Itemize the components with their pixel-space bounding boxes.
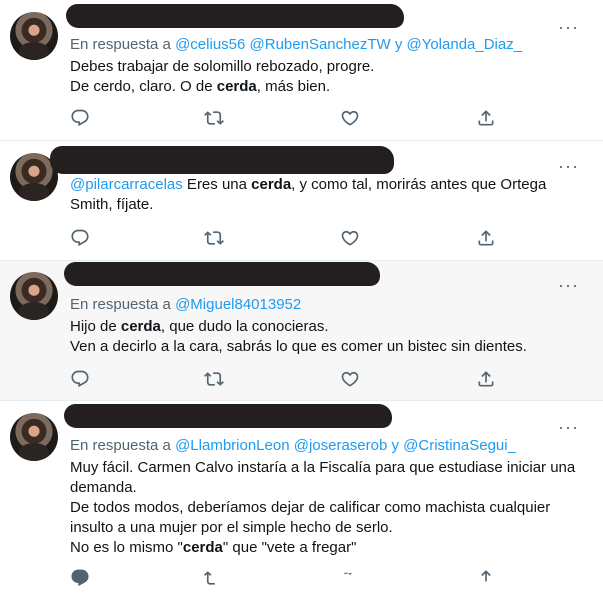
tweet[interactable]: ··· En respuesta a @LlambrionLeon @joser… (0, 401, 603, 587)
mention-link[interactable]: @celius56 (175, 36, 245, 53)
reply-context: En respuesta a @LlambrionLeon @joseraser… (70, 437, 516, 454)
redacted-author-name (64, 404, 392, 428)
tweet-text: Debes trabajar de solomillo rebozado, pr… (70, 57, 591, 97)
tweet[interactable]: ··· En respuesta a @celius56 @RubenSanch… (0, 0, 603, 141)
more-options-icon[interactable]: ··· (558, 418, 579, 436)
share-icon[interactable] (476, 108, 496, 128)
share-icon[interactable] (476, 228, 496, 248)
more-options-icon[interactable]: ··· (558, 18, 579, 36)
tweet[interactable]: ··· En respuesta a @Miguel84013952 Hijo … (0, 261, 603, 401)
tweet-line: Hijo de cerda, que dudo la conocieras. (70, 318, 329, 335)
tweet-text: Hijo de cerda, que dudo la conocieras. V… (70, 317, 591, 357)
heart-icon[interactable] (340, 108, 360, 128)
mention-link[interactable]: @joseraserob (294, 437, 388, 454)
reply-context: En respuesta a @celius56 @RubenSanchezTW… (70, 36, 522, 53)
more-options-icon[interactable]: ··· (558, 276, 579, 294)
share-icon[interactable] (476, 568, 496, 588)
mention-link[interactable]: @Miguel84013952 (175, 296, 301, 313)
tweet[interactable]: ··· @pilarcarracelas Eres una cerda, y c… (0, 141, 603, 261)
tweet-line: No es lo mismo "cerda" que "vete a frega… (70, 539, 357, 556)
tweet-line: De cerdo, claro. O de cerda, más bien. (70, 78, 331, 95)
reply-icon[interactable] (70, 568, 90, 588)
heart-icon[interactable] (340, 228, 360, 248)
redacted-author-name (64, 262, 380, 286)
redacted-author-name (50, 146, 394, 174)
avatar[interactable] (10, 12, 58, 60)
mention-link[interactable]: @CristinaSegui_ (403, 437, 516, 454)
retweet-icon[interactable] (204, 228, 224, 248)
avatar[interactable] (10, 413, 58, 461)
tweet-line: demanda. (70, 479, 137, 496)
retweet-icon[interactable] (204, 568, 224, 588)
retweet-icon[interactable] (204, 108, 224, 128)
tweet-line: Ven a decirlo a la cara, sabrás lo que e… (70, 338, 527, 355)
tweet-line: De todos modos, deberíamos dejar de cali… (70, 499, 551, 516)
tweet-actions (70, 228, 500, 248)
more-options-icon[interactable]: ··· (558, 157, 579, 175)
emphasized-word: cerda (251, 176, 292, 193)
avatar[interactable] (10, 272, 58, 320)
reply-icon[interactable] (70, 108, 90, 128)
emphasized-word: cerda (182, 539, 223, 556)
reply-icon[interactable] (70, 369, 90, 389)
emphasized-word: cerda (216, 78, 257, 95)
mention-link[interactable]: @pilarcarracelas (70, 176, 183, 193)
tweet-line: Debes trabajar de solomillo rebozado, pr… (70, 58, 375, 75)
tweet-line: @pilarcarracelas Eres una cerda, y como … (70, 176, 547, 193)
tweet-line: insulto a una mujer por el simple hecho … (70, 519, 393, 536)
tweet-line: Muy fácil. Carmen Calvo instaría a la Fi… (70, 459, 576, 476)
reply-prefix: En respuesta a (70, 36, 171, 53)
mention-joiner: y (391, 437, 400, 454)
tweet-actions (70, 369, 500, 389)
retweet-icon[interactable] (204, 369, 224, 389)
tweet-text: @pilarcarracelas Eres una cerda, y como … (70, 175, 591, 215)
emphasized-word: cerda (120, 318, 161, 335)
mention-joiner: y (394, 36, 403, 53)
mention-link[interactable]: @RubenSanchezTW (250, 36, 391, 53)
reply-icon[interactable] (70, 228, 90, 248)
tweet-line: Smith, fíjate. (70, 196, 154, 213)
redacted-author-name (66, 4, 404, 28)
share-icon[interactable] (476, 369, 496, 389)
tweet-actions (70, 568, 500, 588)
reply-context: En respuesta a @Miguel84013952 (70, 296, 301, 313)
reply-prefix: En respuesta a (70, 437, 171, 454)
tweet-text: Muy fácil. Carmen Calvo instaría a la Fi… (70, 458, 591, 558)
reply-prefix: En respuesta a (70, 296, 171, 313)
heart-icon[interactable] (340, 369, 360, 389)
tweet-actions (70, 108, 500, 128)
mention-link[interactable]: @LlambrionLeon (175, 437, 289, 454)
heart-icon[interactable] (340, 568, 360, 588)
mention-link[interactable]: @Yolanda_Diaz_ (406, 36, 522, 53)
